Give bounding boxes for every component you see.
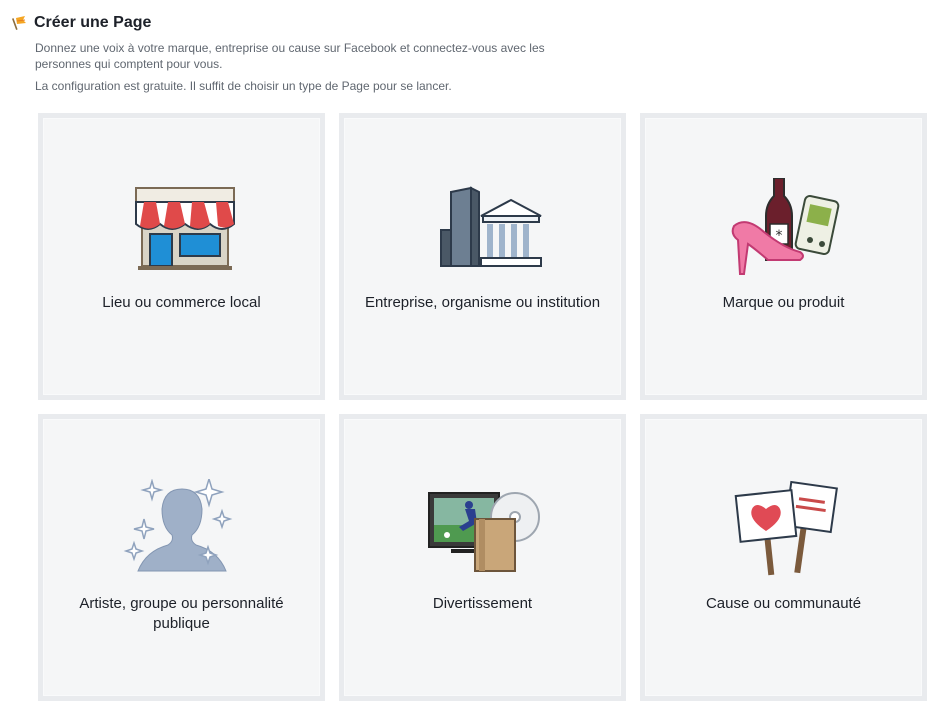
- page-header: Créer une Page Donnez une voix à votre m…: [12, 12, 932, 94]
- page-subdescription: La configuration est gratuite. Il suffit…: [35, 79, 452, 93]
- category-label: Lieu ou commerce local: [102, 294, 261, 311]
- category-label: Cause ou communauté: [705, 595, 862, 612]
- entertainment-icon: [423, 479, 543, 579]
- category-card-entertainment[interactable]: Divertissement: [339, 414, 626, 701]
- title-row: Créer une Page: [12, 12, 932, 34]
- category-grid: Lieu ou commerce local Entreprise, organ…: [38, 113, 927, 701]
- category-card-brand[interactable]: * Marque ou produit: [640, 113, 927, 400]
- page-description: Donnez une voix à votre marque, entrepri…: [35, 41, 545, 71]
- category-label: Artiste, groupe ou personnalité publique: [79, 595, 284, 632]
- category-label: Entreprise, organisme ou institution: [364, 294, 601, 311]
- products-icon: *: [724, 177, 844, 278]
- category-card-local-business[interactable]: Lieu ou commerce local: [38, 113, 325, 400]
- category-card-artist[interactable]: Artiste, groupe ou personnalité publique: [38, 414, 325, 701]
- artist-silhouette-icon: [122, 476, 242, 579]
- category-label: Marque ou produit: [722, 294, 845, 311]
- buildings-icon: [423, 178, 543, 278]
- category-card-cause[interactable]: Cause ou communauté: [640, 414, 927, 701]
- category-card-company[interactable]: Entreprise, organisme ou institution: [339, 113, 626, 400]
- category-label: Divertissement: [432, 595, 533, 612]
- protest-signs-icon: [724, 479, 844, 579]
- flag-icon: [12, 15, 28, 31]
- page-title: Créer une Page: [34, 14, 152, 31]
- storefront-icon: [122, 178, 242, 278]
